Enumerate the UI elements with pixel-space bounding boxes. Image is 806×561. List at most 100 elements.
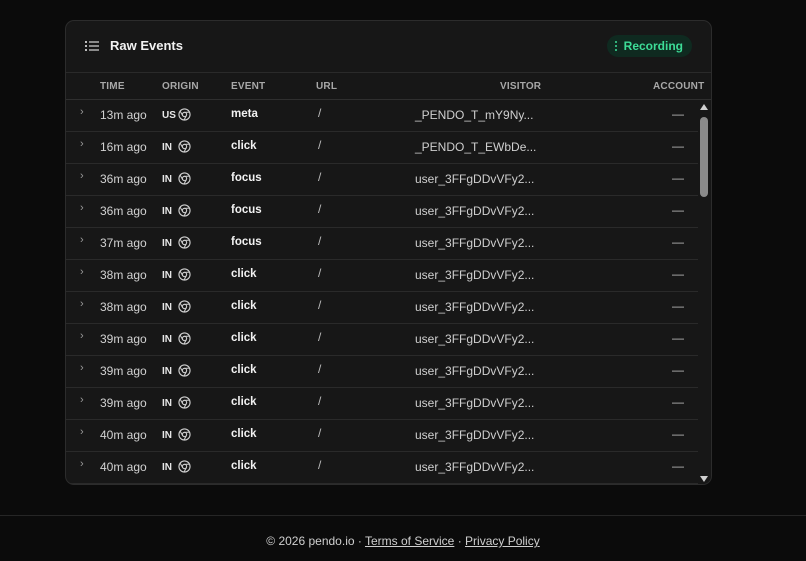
privacy-policy-link[interactable]: Privacy Policy — [465, 534, 540, 548]
cell-time: 16m ago — [100, 140, 147, 154]
chevron-right-icon[interactable]: › — [80, 330, 84, 342]
cell-event: click — [231, 396, 257, 408]
cell-event: focus — [231, 172, 262, 184]
chevron-right-icon[interactable]: › — [80, 426, 84, 438]
chevron-right-icon[interactable]: › — [80, 362, 84, 374]
cell-origin: IN — [162, 366, 172, 377]
cell-url: / — [318, 106, 322, 120]
chevron-right-icon[interactable]: › — [80, 266, 84, 278]
table-row[interactable]: › 36m ago IN focus / user_3FFgDDvVFy2... — — [66, 196, 698, 228]
table-header: TIME ORIGIN EVENT URL VISITOR ACCOUNT — [66, 73, 711, 100]
cell-account: — — [672, 267, 684, 281]
cell-url: / — [318, 170, 322, 184]
cell-event: click — [231, 428, 257, 440]
chrome-icon — [178, 364, 191, 377]
cell-origin: IN — [162, 302, 172, 313]
chrome-icon — [178, 236, 191, 249]
cell-event: meta — [231, 108, 258, 120]
cell-url: / — [318, 266, 322, 280]
table-row[interactable]: › 39m ago IN click / user_3FFgDDvVFy2... — — [66, 356, 698, 388]
cell-account: — — [672, 459, 684, 473]
cell-url: / — [318, 234, 322, 248]
page-footer: © 2026 pendo.io · Terms of Service · Pri… — [0, 534, 806, 548]
chevron-right-icon[interactable]: › — [80, 458, 84, 470]
scroll-down-arrow-icon[interactable] — [700, 476, 708, 482]
scrollbar-thumb[interactable] — [700, 117, 708, 197]
cell-account: — — [672, 139, 684, 153]
vertical-dots-icon — [614, 41, 618, 51]
cell-origin: IN — [162, 430, 172, 441]
column-header-url[interactable]: URL — [316, 81, 337, 92]
chrome-icon — [178, 396, 191, 409]
cell-visitor: user_3FFgDDvVFy2... — [415, 428, 535, 442]
table-row[interactable]: › 36m ago IN focus / user_3FFgDDvVFy2... — — [66, 164, 698, 196]
chevron-right-icon[interactable]: › — [80, 170, 84, 182]
cell-visitor: user_3FFgDDvVFy2... — [415, 364, 535, 378]
cell-origin: IN — [162, 142, 172, 153]
table-row[interactable]: › 39m ago IN click / user_3FFgDDvVFy2... — — [66, 388, 698, 420]
cell-event: click — [231, 300, 257, 312]
column-header-visitor[interactable]: VISITOR — [500, 81, 541, 92]
column-header-time[interactable]: TIME — [100, 81, 125, 92]
table-row[interactable]: › 16m ago IN click / _PENDO_T_EWbDe... — — [66, 132, 698, 164]
footer-copyright: © 2026 pendo.io · — [266, 534, 362, 548]
cell-origin: IN — [162, 462, 172, 473]
cell-account: — — [672, 203, 684, 217]
cell-event: click — [231, 364, 257, 376]
cell-visitor: user_3FFgDDvVFy2... — [415, 204, 535, 218]
cell-time: 39m ago — [100, 396, 147, 410]
footer-divider — [0, 515, 806, 516]
chevron-right-icon[interactable]: › — [80, 298, 84, 310]
cell-origin: IN — [162, 398, 172, 409]
cell-origin: IN — [162, 270, 172, 281]
cell-url: / — [318, 202, 322, 216]
cell-event: focus — [231, 236, 262, 248]
cell-account: — — [672, 235, 684, 249]
footer-separator: · — [457, 534, 462, 548]
cell-url: / — [318, 362, 322, 376]
column-header-account[interactable]: ACCOUNT — [653, 81, 704, 92]
cell-url: / — [318, 426, 322, 440]
cell-account: — — [672, 331, 684, 345]
chrome-icon — [178, 428, 191, 441]
panel-title: Raw Events — [110, 38, 183, 53]
table-row[interactable]: › 40m ago IN click / user_3FFgDDvVFy2... — — [66, 420, 698, 452]
cell-account: — — [672, 299, 684, 313]
cell-url: / — [318, 330, 322, 344]
table-row[interactable]: › 38m ago IN click / user_3FFgDDvVFy2... — — [66, 292, 698, 324]
list-icon — [85, 41, 99, 51]
cell-origin: IN — [162, 334, 172, 345]
recording-status-badge[interactable]: Recording — [606, 35, 692, 57]
column-header-event[interactable]: EVENT — [231, 81, 265, 92]
vertical-scrollbar[interactable] — [698, 100, 711, 484]
table-row[interactable]: › 40m ago IN click / user_3FFgDDvVFy2... — — [66, 452, 698, 484]
table-row[interactable]: › 38m ago IN click / user_3FFgDDvVFy2... — — [66, 260, 698, 292]
cell-account: — — [672, 107, 684, 121]
table-row[interactable]: › 37m ago IN focus / user_3FFgDDvVFy2... — — [66, 228, 698, 260]
terms-of-service-link[interactable]: Terms of Service — [365, 534, 454, 548]
table-row[interactable]: › 39m ago IN click / user_3FFgDDvVFy2... — — [66, 324, 698, 356]
cell-visitor: _PENDO_T_EWbDe... — [415, 140, 537, 154]
cell-account: — — [672, 171, 684, 185]
cell-visitor: user_3FFgDDvVFy2... — [415, 332, 535, 346]
chevron-right-icon[interactable]: › — [80, 106, 84, 118]
cell-time: 37m ago — [100, 236, 147, 250]
cell-origin: IN — [162, 174, 172, 185]
chevron-right-icon[interactable]: › — [80, 394, 84, 406]
cell-visitor: _PENDO_T_mY9Ny... — [415, 108, 534, 122]
chevron-right-icon[interactable]: › — [80, 234, 84, 246]
column-header-origin[interactable]: ORIGIN — [162, 81, 199, 92]
cell-time: 38m ago — [100, 300, 147, 314]
recording-status-label: Recording — [623, 39, 683, 53]
scroll-up-arrow-icon[interactable] — [700, 104, 708, 110]
chrome-icon — [178, 460, 191, 473]
cell-visitor: user_3FFgDDvVFy2... — [415, 268, 535, 282]
chevron-right-icon[interactable]: › — [80, 138, 84, 150]
cell-visitor: user_3FFgDDvVFy2... — [415, 300, 535, 314]
table-row[interactable]: › 13m ago US meta / _PENDO_T_mY9Ny... — — [66, 100, 698, 132]
chrome-icon — [178, 172, 191, 185]
cell-visitor: user_3FFgDDvVFy2... — [415, 172, 535, 186]
chevron-right-icon[interactable]: › — [80, 202, 84, 214]
cell-visitor: user_3FFgDDvVFy2... — [415, 396, 535, 410]
events-table-body: › 13m ago US meta / _PENDO_T_mY9Ny... — › 16m ag… — [66, 100, 698, 484]
